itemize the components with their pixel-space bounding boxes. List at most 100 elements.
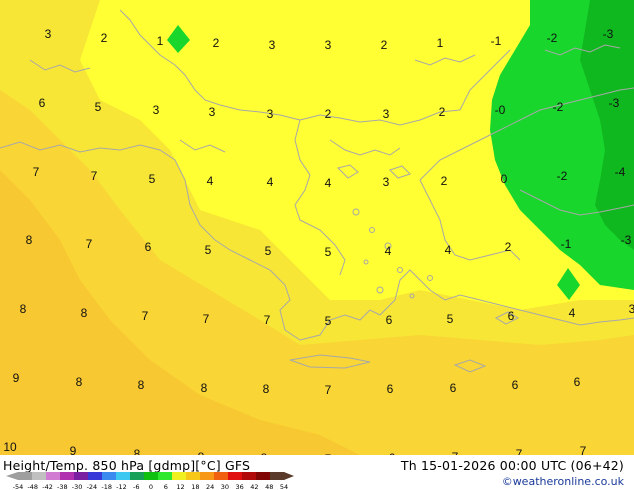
temperature-label: 2 — [381, 38, 388, 52]
weather-map: 3 2 1 2 3 3 2 1 -1 -2 -36 5 3 3 3 2 3 2 -0 -2 -37 7 5 4 4 4 3 2 0 -2-… — [0, 0, 634, 490]
colorbar-swatch — [88, 472, 103, 480]
temperature-label: 7 — [264, 313, 271, 327]
temperature-label: 4 — [207, 174, 214, 188]
temperature-label: 0 — [501, 172, 508, 186]
colorbar-tick-label: 54 — [280, 483, 288, 490]
colorbar-tick-label: -18 — [101, 483, 112, 490]
credit-link[interactable]: ©weatheronline.co.uk — [502, 475, 624, 488]
temperature-label: 8 — [76, 375, 83, 389]
temperature-label: -3 — [621, 233, 632, 247]
temperature-label: -1 — [491, 34, 502, 48]
colorbar-tick-label: -42 — [42, 483, 53, 490]
colorbar-tick-label: -6 — [133, 483, 139, 490]
temperature-label: -3 — [603, 27, 614, 41]
temperature-label: -2 — [547, 31, 558, 45]
temperature-label: 1 — [157, 34, 164, 48]
temperature-label: -2 — [553, 100, 564, 114]
colorbar-swatch — [270, 472, 285, 480]
colorbar-swatch — [242, 472, 257, 480]
temperature-label: 8 — [20, 302, 27, 316]
temperature-label: 2 — [505, 240, 512, 254]
colorbar-arrow-left — [6, 472, 18, 480]
temperature-label: 9 — [13, 371, 20, 385]
colorbar-swatch — [102, 472, 117, 480]
colorbar-tick-label: -54 — [13, 483, 24, 490]
colorbar-swatch — [158, 472, 173, 480]
colorbar-tick-label: -38 — [57, 483, 68, 490]
colorbar-tick-label: 30 — [221, 483, 229, 490]
temperature-label: 8 — [26, 233, 33, 247]
colorbar-tick-label: -12 — [116, 483, 127, 490]
temperature-label: 2 — [213, 36, 220, 50]
temperature-label: -3 — [609, 96, 620, 110]
colorbar-tick-label: -24 — [87, 483, 98, 490]
temperature-label: 5 — [325, 314, 332, 328]
temperature-label: 5 — [325, 245, 332, 259]
temperature-label: 5 — [447, 312, 454, 326]
temperature-label: 3 — [383, 175, 390, 189]
colorbar-swatch — [200, 472, 215, 480]
colorbar-swatch — [60, 472, 75, 480]
colorbar-swatch — [130, 472, 145, 480]
temperature-label: 8 — [81, 306, 88, 320]
temperature-label: 3 — [267, 107, 274, 121]
colorbar-tick-label: 42 — [250, 483, 258, 490]
temperature-label: 8 — [201, 381, 208, 395]
temperature-label: 6 — [387, 382, 394, 396]
colorbar-swatch — [144, 472, 159, 480]
colorbar-swatch — [32, 472, 47, 480]
map-title: Height/Temp. 850 hPa [gdmp][°C] GFS — [3, 458, 251, 473]
temperature-label: 4 — [569, 306, 576, 320]
colorbar-tick-label: 18 — [191, 483, 199, 490]
temperature-label: 6 — [512, 378, 519, 392]
temperature-label: 6 — [39, 96, 46, 110]
colorbar-swatch — [228, 472, 243, 480]
temperature-label: 3 — [629, 302, 634, 316]
colorbar-swatch — [256, 472, 271, 480]
temperature-label: 3 — [153, 103, 160, 117]
temperature-label: -1 — [561, 237, 572, 251]
colorbar-tick-label: 6 — [164, 483, 168, 490]
colorbar-tick-label: 12 — [176, 483, 184, 490]
colorbar-swatch — [18, 472, 33, 480]
temperature-label: 5 — [265, 244, 272, 258]
temperature-label: 2 — [441, 174, 448, 188]
temperature-label: 8 — [138, 378, 145, 392]
colorbar-tick-label: -48 — [27, 483, 38, 490]
temperature-label: 10 — [3, 440, 17, 454]
colorbar-tick-label: 24 — [206, 483, 214, 490]
colorbar-ticks: -54 -48 -42 -38 -30 -24 -18 -12 -6 0 6 12 18 24 30 36 42… — [13, 483, 288, 490]
temperature-label: 3 — [209, 105, 216, 119]
temperature-label: 6 — [508, 309, 515, 323]
temperature-label: 4 — [385, 244, 392, 258]
colorbar-swatch — [186, 472, 201, 480]
temperature-label: 7 — [325, 383, 332, 397]
temperature-label: 3 — [383, 107, 390, 121]
temperature-label: 6 — [386, 313, 393, 327]
temperature-label: 3 — [269, 38, 276, 52]
colorbar-arrow-right — [284, 472, 294, 480]
temperature-label: 4 — [445, 243, 452, 257]
colorbar-swatches — [6, 472, 294, 480]
temperature-label: 4 — [267, 175, 274, 189]
colorbar-swatch — [214, 472, 229, 480]
colorbar-swatch — [116, 472, 131, 480]
temperature-label: -4 — [615, 165, 626, 179]
colorbar: -54 -48 -42 -38 -30 -24 -18 -12 -6 0 6 12 18 24 30 36 42… — [6, 472, 294, 490]
temperature-label: -2 — [557, 169, 568, 183]
temperature-label: 7 — [203, 312, 210, 326]
temperature-label: 5 — [95, 100, 102, 114]
temperature-label: 6 — [145, 240, 152, 254]
temperature-label: 6 — [450, 381, 457, 395]
temperature-label: 5 — [205, 243, 212, 257]
colorbar-tick-label: 0 — [149, 483, 153, 490]
temperature-label: 2 — [325, 107, 332, 121]
temperature-label: 4 — [325, 176, 332, 190]
temperature-label: 2 — [439, 105, 446, 119]
colorbar-swatch — [46, 472, 61, 480]
colorbar-tick-label: 36 — [236, 483, 244, 490]
temperature-label: 7 — [91, 169, 98, 183]
colorbar-swatch — [74, 472, 89, 480]
temperature-label: 6 — [574, 375, 581, 389]
colorbar-swatch — [172, 472, 187, 480]
